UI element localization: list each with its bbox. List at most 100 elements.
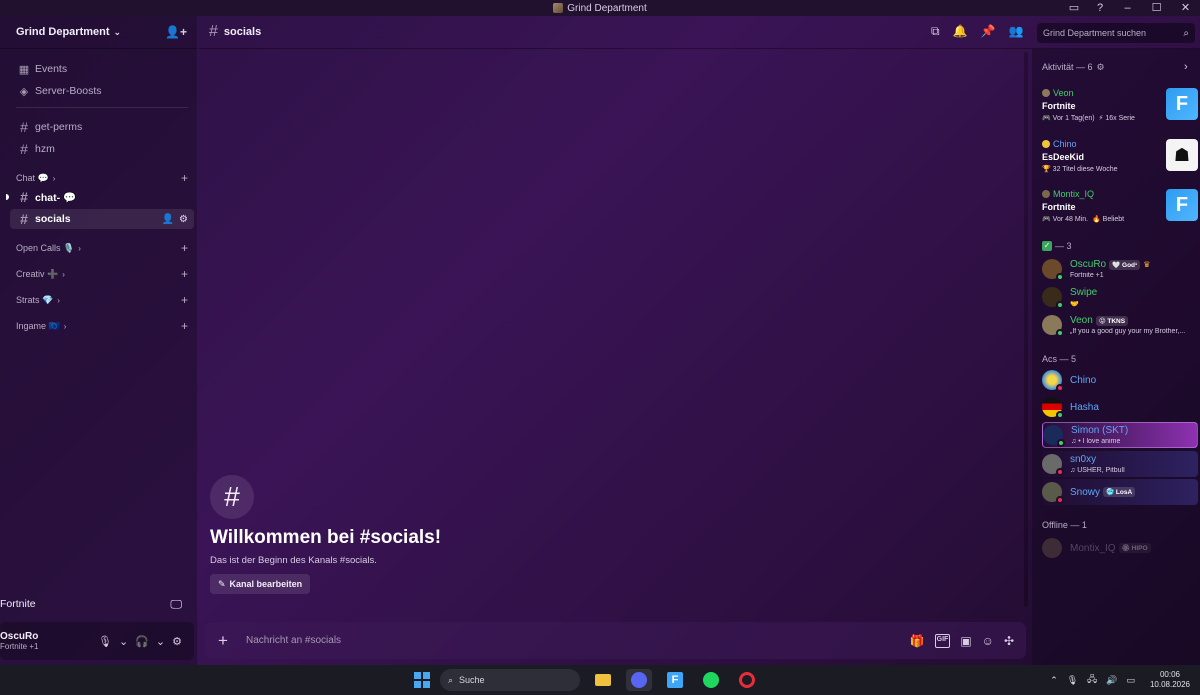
activity-card[interactable]: Montix_IQ Fortnite 🎮 Vor 48 Min. 🔥 Belie… xyxy=(1042,189,1198,229)
microphone-icon[interactable]: 🎙 xyxy=(98,635,112,648)
avatar xyxy=(1042,190,1050,198)
discord-app: Grind Department ▭ ? – ☐ ✕ Grind Departm… xyxy=(0,0,1200,665)
invite-icon[interactable]: 👤 xyxy=(162,214,174,225)
server-header[interactable]: Grind Department ⌄ 👤+ xyxy=(0,16,197,49)
member-badge: 🏵 HIPO xyxy=(1118,543,1151,553)
channel-chat[interactable]: # chat- 💬 xyxy=(10,187,194,207)
gif-icon[interactable]: GIF xyxy=(934,633,951,648)
headphones-icon[interactable]: 🎧 xyxy=(135,635,149,648)
chevron-down-icon[interactable]: ⌄ xyxy=(119,635,128,648)
member-name: Hasha xyxy=(1070,401,1099,413)
chevron-right-icon[interactable]: › xyxy=(1184,61,1188,73)
status-mobile xyxy=(1057,439,1065,447)
taskbar: ⌕ Suche F ⌃ 🎙 🖧 🔊 ▭ 00:06 10.08.2026 xyxy=(0,665,1200,695)
create-channel-icon[interactable]: + xyxy=(181,293,188,307)
apps-icon[interactable]: ✣ xyxy=(1004,634,1014,648)
create-channel-icon[interactable]: + xyxy=(181,319,188,333)
chevron-down-icon[interactable]: ⌄ xyxy=(156,635,165,648)
channel-label: hzm xyxy=(35,143,55,155)
threads-icon[interactable]: ⧉ xyxy=(931,24,940,39)
search-icon: ⌕ xyxy=(448,674,454,685)
group-title: Acs — 5 xyxy=(1042,354,1077,364)
member-status: ♫ • I love anime xyxy=(1071,438,1121,445)
member-item[interactable]: Hasha xyxy=(1042,394,1198,420)
invite-people-icon[interactable]: 👤+ xyxy=(165,25,187,39)
user-info[interactable]: OscuRo Fortnite +1 xyxy=(0,631,38,651)
chat-scrollbar[interactable] xyxy=(1024,52,1028,607)
channel-sidebar: Grind Department ⌄ 👤+ ▦ Events ◈ Server-… xyxy=(0,16,198,665)
network-icon[interactable]: 🖧 xyxy=(1087,672,1097,688)
member-item[interactable]: OscuRo 🤍 God¹ ♛ Fortnite +1 xyxy=(1042,256,1198,282)
monitor-icon[interactable]: 🖵 xyxy=(170,597,182,612)
emoji-icon[interactable]: ☺ xyxy=(982,634,994,648)
sidebar-item-events[interactable]: ▦ Events xyxy=(10,59,194,79)
help-icon[interactable]: ? xyxy=(1087,0,1113,16)
windows-start-icon[interactable] xyxy=(414,672,430,688)
channel-label: socials xyxy=(35,213,71,225)
chevron-up-icon[interactable]: ⌃ xyxy=(1050,675,1058,686)
opera-icon[interactable] xyxy=(734,669,760,691)
bell-icon[interactable]: 🔔 xyxy=(953,24,968,39)
activity-meta: 16x Serie xyxy=(1105,115,1135,122)
status-mobile xyxy=(1056,329,1064,337)
channel-hzm[interactable]: # hzm xyxy=(10,139,194,159)
avatar xyxy=(1042,538,1062,558)
spotify-icon[interactable] xyxy=(698,669,724,691)
channel-label: chat- 💬 xyxy=(35,191,77,204)
member-item[interactable]: Snowy 🥶 LosA xyxy=(1042,479,1198,505)
create-channel-icon[interactable]: + xyxy=(181,171,188,185)
avatar xyxy=(1042,89,1050,97)
channel-title: socials xyxy=(223,26,262,38)
fire-icon: 🔥 xyxy=(1091,216,1103,223)
member-item[interactable]: sn0xy ♫ USHER, Pitbull xyxy=(1042,451,1198,477)
inbox-icon[interactable]: ▭ xyxy=(1061,0,1087,16)
activity-card[interactable]: Chino EsDeeKid 🏆 32 Titel diese Woche ☗ xyxy=(1042,139,1198,179)
clock[interactable]: 00:06 10.08.2026 xyxy=(1150,670,1190,690)
search-input[interactable]: Grind Department suchen ⌕ xyxy=(1037,23,1195,43)
member-list-icon[interactable]: 👥 xyxy=(1008,24,1023,39)
attach-plus-icon[interactable]: + xyxy=(205,631,241,651)
create-channel-icon[interactable]: + xyxy=(181,267,188,281)
clock-date: 10.08.2026 xyxy=(1149,680,1190,689)
gear-icon[interactable]: ⚙ xyxy=(1097,62,1105,73)
battery-icon[interactable]: ▭ xyxy=(1126,675,1135,686)
edit-channel-button[interactable]: ✎ Kanal bearbeiten xyxy=(210,574,311,594)
member-item[interactable]: Chino xyxy=(1042,367,1198,393)
activity-panel[interactable]: Fortnite 🖵 xyxy=(0,586,194,622)
category-creativ[interactable]: Creativ ➕ › + xyxy=(16,267,192,281)
fortnite-icon[interactable]: F xyxy=(662,669,688,691)
member-item[interactable]: Simon (SKT) ♫ • I love anime xyxy=(1042,422,1198,448)
category-chat[interactable]: Chat 💬 › + xyxy=(16,171,192,185)
sticker-icon[interactable]: ▣ xyxy=(960,634,971,648)
category-ingame[interactable]: Ingame 🇪🇺 › + xyxy=(16,319,192,333)
member-item[interactable]: Montix_IQ 🏵 HIPO xyxy=(1042,535,1198,561)
maximize-button[interactable]: ☐ xyxy=(1142,0,1171,16)
member-item[interactable]: Swipe 🤝 xyxy=(1042,284,1198,310)
gear-icon[interactable]: ⚙ xyxy=(172,635,182,648)
gift-icon[interactable]: 🎁 xyxy=(910,634,925,648)
channel-socials[interactable]: # socials 👤 ⚙ xyxy=(10,209,194,229)
close-button[interactable]: ✕ xyxy=(1171,0,1200,16)
boost-icon: ◈ xyxy=(19,85,29,98)
member-item[interactable]: Veon 😝 TKNS „If you a good guy your my Br… xyxy=(1042,312,1198,338)
member-sidebar: Aktivität — 6 ⚙ › Veon Fortnite 🎮 Vor 1 … xyxy=(1032,49,1200,665)
sidebar-item-server-boosts[interactable]: ◈ Server-Boosts xyxy=(10,81,194,101)
window-title: Grind Department xyxy=(553,3,647,14)
pin-icon[interactable]: 📌 xyxy=(981,24,996,39)
gear-icon[interactable]: ⚙ xyxy=(179,214,188,225)
message-composer[interactable]: + Nachricht an #socials 🎁 GIF ▣ ☺ ✣ xyxy=(205,622,1026,659)
file-explorer-icon[interactable] xyxy=(590,669,616,691)
category-strats[interactable]: Strats 💎 › + xyxy=(16,293,192,307)
channel-get-perms[interactable]: # get-perms xyxy=(10,117,194,137)
create-channel-icon[interactable]: + xyxy=(181,241,188,255)
taskbar-search[interactable]: ⌕ Suche xyxy=(440,669,580,691)
activity-card[interactable]: Veon Fortnite 🎮 Vor 1 Tag(en) ⚡ 16x Seri… xyxy=(1042,88,1198,128)
avatar xyxy=(1042,370,1064,392)
microphone-icon[interactable]: 🎙 xyxy=(1067,675,1078,686)
volume-icon[interactable]: 🔊 xyxy=(1106,675,1117,686)
category-open-calls[interactable]: Open Calls 🎙️ › + xyxy=(16,241,192,255)
search-icon: ⌕ xyxy=(1183,27,1189,39)
minimize-button[interactable]: – xyxy=(1113,0,1142,16)
pencil-icon: ✎ xyxy=(218,578,226,589)
discord-icon[interactable] xyxy=(626,669,652,691)
